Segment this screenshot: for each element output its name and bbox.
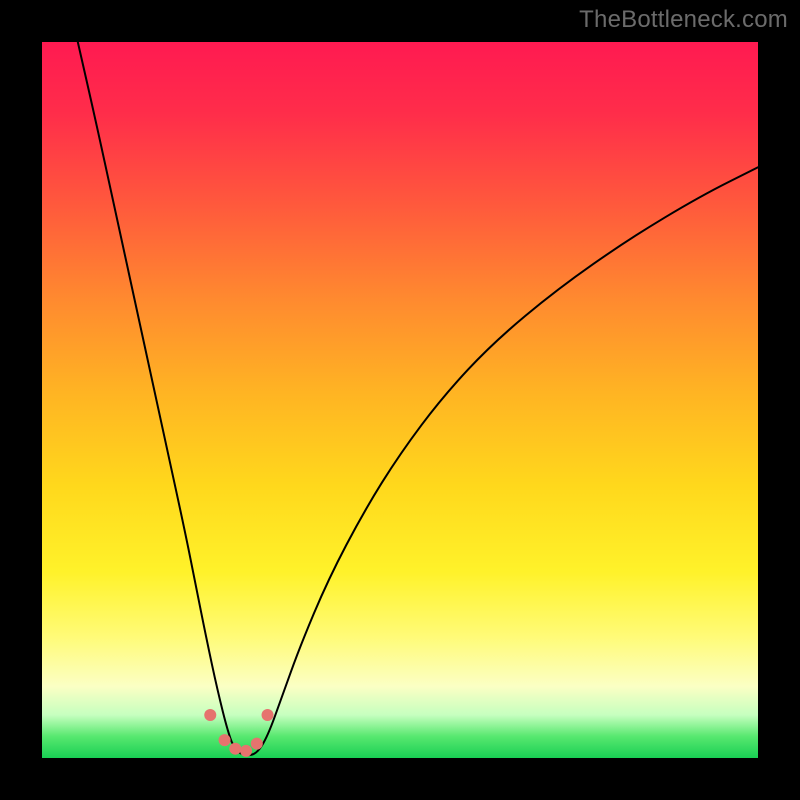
chart-frame: TheBottleneck.com (0, 0, 800, 800)
chart-svg (42, 42, 758, 758)
marker-dot-2 (229, 743, 241, 755)
marker-dot-0 (204, 709, 216, 721)
marker-dot-1 (219, 734, 231, 746)
marker-dot-4 (251, 738, 263, 750)
watermark-text: TheBottleneck.com (579, 6, 788, 34)
marker-dot-5 (262, 709, 274, 721)
chart-plot-area (42, 42, 758, 758)
chart-markers (204, 709, 273, 757)
curve-path (78, 42, 758, 755)
chart-curve (78, 42, 758, 755)
marker-dot-3 (240, 745, 252, 757)
